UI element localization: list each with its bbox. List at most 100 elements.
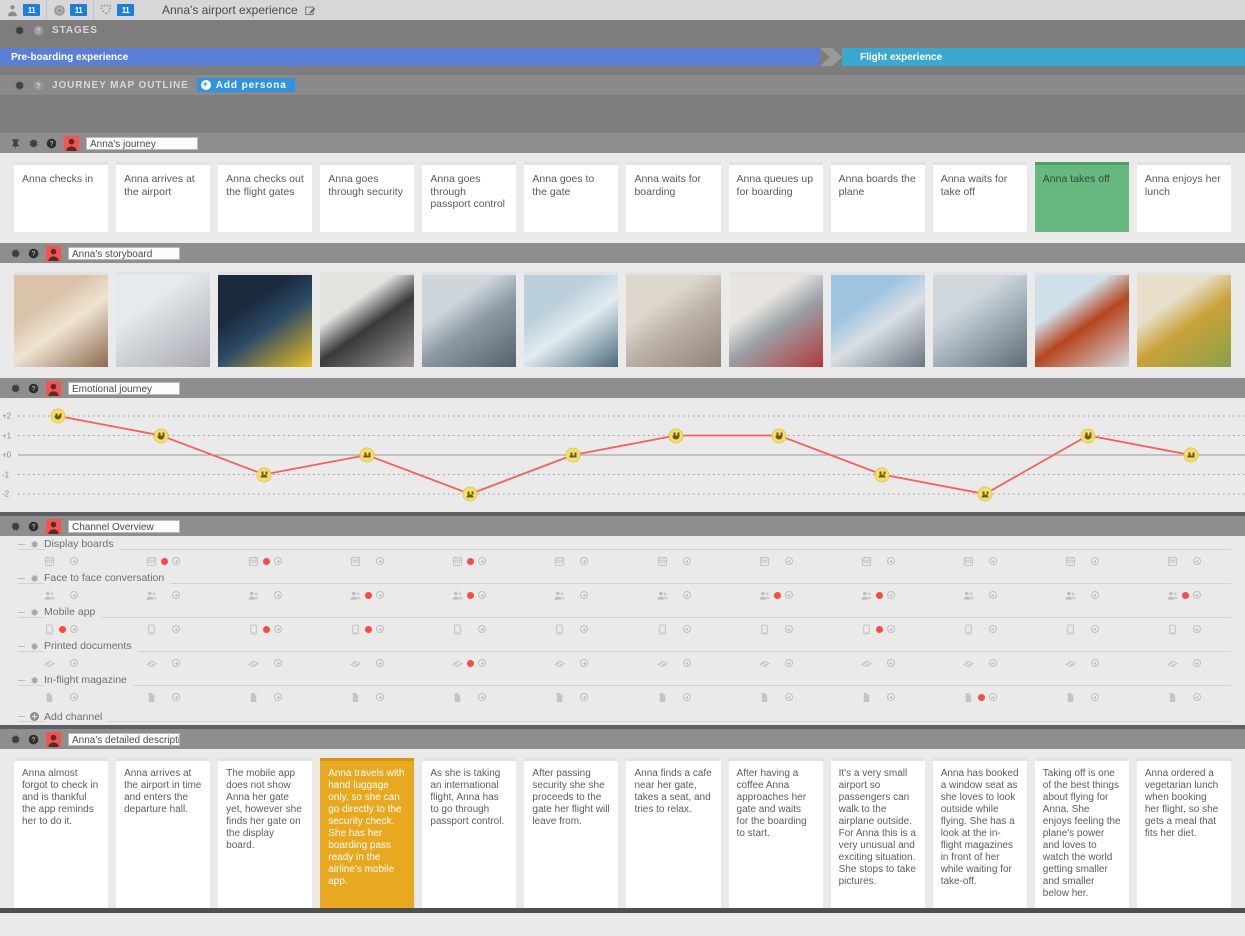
emotion-marker-happy[interactable] xyxy=(51,409,66,424)
add-touchpoint-icon[interactable] xyxy=(1091,625,1099,633)
touchpoint-indicator[interactable] xyxy=(467,558,474,565)
add-persona-button[interactable]: + Add persona xyxy=(197,78,295,92)
channel-touchpoint-cell[interactable] xyxy=(218,620,312,638)
magazine-page-icon[interactable] xyxy=(146,692,157,703)
add-touchpoint-icon[interactable] xyxy=(70,591,78,599)
description-card[interactable]: After passing security she she proceeds … xyxy=(524,758,618,908)
add-touchpoint-icon[interactable] xyxy=(1193,693,1201,701)
airport-gate-information-screens-thumbnail[interactable] xyxy=(524,272,618,367)
channel-touchpoint-cell[interactable] xyxy=(831,688,925,706)
display-board-icon[interactable] xyxy=(350,556,361,567)
magazine-page-icon[interactable] xyxy=(963,692,974,703)
mobile-phone-icon[interactable] xyxy=(759,624,770,635)
two-people-icon[interactable] xyxy=(657,590,668,601)
gear-icon[interactable] xyxy=(30,676,39,685)
mobile-phone-icon[interactable] xyxy=(963,624,974,635)
channel-touchpoint-cell[interactable] xyxy=(218,586,312,604)
channel-touchpoint-cell[interactable] xyxy=(14,688,108,706)
channel-touchpoint-cell[interactable] xyxy=(1137,654,1231,672)
description-card[interactable]: It's a very small airport so passengers … xyxy=(831,758,925,908)
channel-touchpoint-cell[interactable] xyxy=(116,688,210,706)
channel-touchpoint-cell[interactable] xyxy=(524,654,618,672)
emotion-marker-sad[interactable] xyxy=(978,487,993,502)
magazine-page-icon[interactable] xyxy=(657,692,668,703)
channel-touchpoint-cell[interactable] xyxy=(933,654,1027,672)
mobile-phone-icon[interactable] xyxy=(861,624,872,635)
security-check-tray-scanner-thumbnail[interactable] xyxy=(320,272,414,367)
printed-documents-icon[interactable] xyxy=(350,658,361,669)
add-touchpoint-icon[interactable] xyxy=(1091,557,1099,565)
gear-icon[interactable] xyxy=(10,383,21,394)
display-board-icon[interactable] xyxy=(861,556,872,567)
add-touchpoint-icon[interactable] xyxy=(70,693,78,701)
description-card[interactable]: Anna ordered a vegetarian lunch when boo… xyxy=(1137,758,1231,908)
emotion-marker-neutral[interactable] xyxy=(360,448,375,463)
tool-group-target[interactable]: 11 xyxy=(47,0,94,20)
channel-touchpoint-cell[interactable] xyxy=(1137,586,1231,604)
add-touchpoint-icon[interactable] xyxy=(887,591,895,599)
channel-touchpoint-cell[interactable] xyxy=(1137,688,1231,706)
channel-touchpoint-cell[interactable] xyxy=(116,620,210,638)
channel-touchpoint-cell[interactable] xyxy=(729,654,823,672)
add-touchpoint-icon[interactable] xyxy=(989,557,997,565)
persona-avatar-icon[interactable] xyxy=(46,246,61,261)
two-people-icon[interactable] xyxy=(963,590,974,601)
gear-icon[interactable] xyxy=(28,138,39,149)
channel-touchpoint-cell[interactable] xyxy=(14,654,108,672)
add-touchpoint-icon[interactable] xyxy=(1193,591,1201,599)
yellow-departures-board-thumbnail[interactable] xyxy=(218,272,312,367)
help-icon[interactable]: ? xyxy=(28,521,39,532)
magazine-page-icon[interactable] xyxy=(759,692,770,703)
channel-touchpoint-cell[interactable] xyxy=(831,620,925,638)
help-icon[interactable]: ? xyxy=(33,25,44,36)
display-board-icon[interactable] xyxy=(44,556,55,567)
storyboard-row-name[interactable]: Anna's storyboard xyxy=(68,247,180,260)
add-touchpoint-icon[interactable] xyxy=(580,693,588,701)
channel-touchpoint-cell[interactable] xyxy=(422,552,516,570)
channel-touchpoint-cell[interactable] xyxy=(218,654,312,672)
woman-sitting-with-luggage-at-gate-thumbnail[interactable] xyxy=(626,272,720,367)
touchpoint-indicator[interactable] xyxy=(978,694,985,701)
help-icon[interactable]: ? xyxy=(46,138,57,149)
channel-touchpoint-cell[interactable] xyxy=(933,620,1027,638)
description-card[interactable]: Anna almost forgot to check in and is th… xyxy=(14,758,108,908)
airplane-parked-on-tarmac-thumbnail[interactable] xyxy=(831,272,925,367)
channel-touchpoint-cell[interactable] xyxy=(626,688,720,706)
channel-touchpoint-cell[interactable] xyxy=(1137,552,1231,570)
edit-pencil-icon[interactable] xyxy=(305,5,316,16)
description-card[interactable]: Anna has booked a window seat as she lov… xyxy=(933,758,1027,908)
add-touchpoint-icon[interactable] xyxy=(580,557,588,565)
display-board-icon[interactable] xyxy=(554,556,565,567)
add-touchpoint-icon[interactable] xyxy=(478,659,486,667)
channel-touchpoint-cell[interactable] xyxy=(831,654,925,672)
printed-documents-icon[interactable] xyxy=(554,658,565,669)
help-icon[interactable]: ? xyxy=(28,248,39,259)
mobile-phone-icon[interactable] xyxy=(452,624,463,635)
channel-touchpoint-cell[interactable] xyxy=(1137,620,1231,638)
printed-documents-icon[interactable] xyxy=(146,658,157,669)
display-board-icon[interactable] xyxy=(146,556,157,567)
display-board-icon[interactable] xyxy=(1167,556,1178,567)
add-touchpoint-icon[interactable] xyxy=(478,557,486,565)
journey-card[interactable]: Anna queues up for boarding xyxy=(729,162,823,232)
add-touchpoint-icon[interactable] xyxy=(989,591,997,599)
add-touchpoint-icon[interactable] xyxy=(376,693,384,701)
printed-documents-icon[interactable] xyxy=(963,658,974,669)
add-touchpoint-icon[interactable] xyxy=(376,557,384,565)
display-board-icon[interactable] xyxy=(248,556,259,567)
display-board-icon[interactable] xyxy=(657,556,668,567)
description-card[interactable]: Anna arrives at the airport in time and … xyxy=(116,758,210,908)
touchpoint-indicator[interactable] xyxy=(59,626,66,633)
smiley-grid-icon[interactable] xyxy=(100,4,113,17)
channel-touchpoint-cell[interactable] xyxy=(729,586,823,604)
journey-card[interactable]: Anna waits for take off xyxy=(933,162,1027,232)
mobile-phone-icon[interactable] xyxy=(350,624,361,635)
channel-touchpoint-cell[interactable] xyxy=(320,654,414,672)
two-people-icon[interactable] xyxy=(554,590,565,601)
printed-documents-icon[interactable] xyxy=(759,658,770,669)
two-people-icon[interactable] xyxy=(44,590,55,601)
add-touchpoint-icon[interactable] xyxy=(887,693,895,701)
emotion-count-badge[interactable]: 11 xyxy=(117,4,134,16)
add-touchpoint-icon[interactable] xyxy=(785,693,793,701)
touchpoint-indicator[interactable] xyxy=(467,660,474,667)
